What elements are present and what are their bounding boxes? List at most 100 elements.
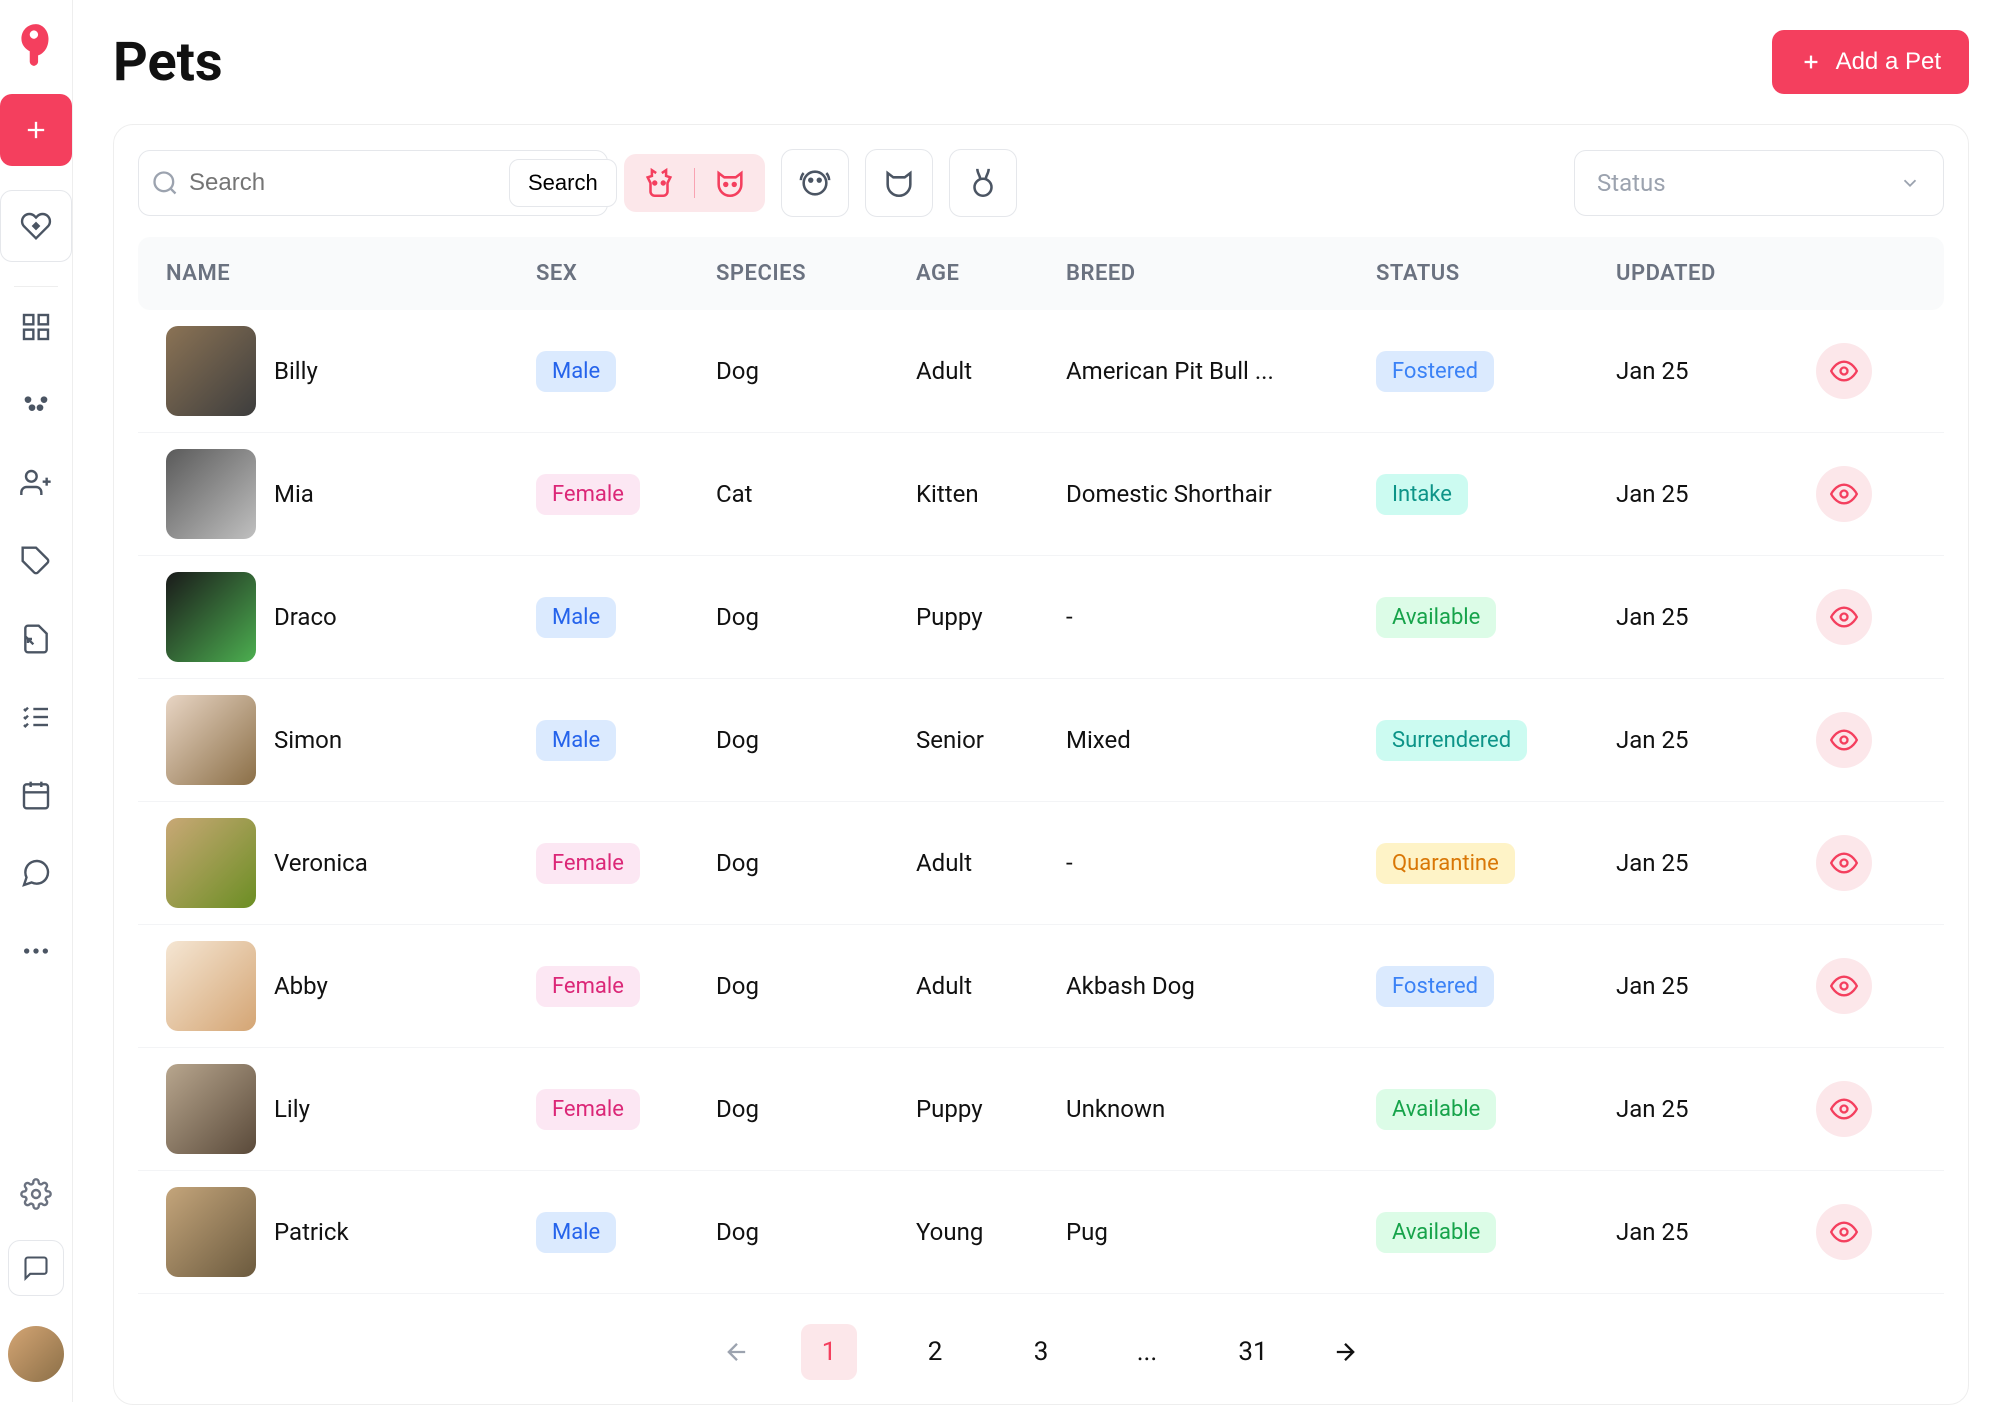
species-cell: Dog: [716, 972, 916, 1000]
col-species: SPECIES: [716, 261, 916, 286]
tasks-icon[interactable]: [20, 701, 52, 733]
status-cell: Available: [1376, 1212, 1616, 1253]
status-cell: Fostered: [1376, 966, 1616, 1007]
messages-icon[interactable]: [20, 857, 52, 889]
pet-name: Billy: [274, 357, 318, 385]
pet-image: [166, 941, 256, 1031]
page-ellipsis: ...: [1119, 1324, 1175, 1380]
view-button[interactable]: [1816, 1204, 1872, 1260]
view-button[interactable]: [1816, 835, 1872, 891]
logo-icon: [11, 20, 61, 70]
page-number[interactable]: 1: [801, 1324, 857, 1380]
next-page-button[interactable]: [1331, 1338, 1359, 1366]
table-row[interactable]: Lily Female Dog Puppy Unknown Available …: [138, 1048, 1944, 1171]
species-filter-other1[interactable]: [781, 149, 849, 217]
table-row[interactable]: Veronica Female Dog Adult - Quarantine J…: [138, 802, 1944, 925]
sex-badge: Female: [536, 474, 640, 515]
intake-icon[interactable]: [20, 623, 52, 655]
pets-card: Search Status NAME S: [113, 124, 1969, 1405]
page-number[interactable]: 31: [1225, 1324, 1281, 1380]
table-row[interactable]: Billy Male Dog Adult American Pit Bull .…: [138, 310, 1944, 433]
sidebar-add-button[interactable]: [0, 94, 72, 166]
pet-name: Abby: [274, 972, 328, 1000]
eye-icon: [1830, 603, 1858, 631]
dog-filter-icon[interactable]: [642, 166, 676, 200]
pet-name: Draco: [274, 603, 337, 631]
species-filter-other3[interactable]: [949, 149, 1017, 217]
pets-icon[interactable]: [20, 389, 52, 421]
species-cell: Dog: [716, 849, 916, 877]
table-row[interactable]: Abby Female Dog Adult Akbash Dog Fostere…: [138, 925, 1944, 1048]
breed-cell: -: [1066, 849, 1376, 877]
sex-badge: Male: [536, 720, 616, 761]
species-cell: Cat: [716, 480, 916, 508]
col-name: NAME: [166, 261, 536, 286]
status-cell: Quarantine: [1376, 843, 1616, 884]
table-row[interactable]: Draco Male Dog Puppy - Available Jan 25: [138, 556, 1944, 679]
species-filter-other2[interactable]: [865, 149, 933, 217]
filter-divider: [694, 168, 695, 198]
tag-icon[interactable]: [20, 545, 52, 577]
user-avatar[interactable]: [8, 1326, 64, 1382]
search-input[interactable]: [189, 169, 499, 197]
status-badge: Available: [1376, 597, 1496, 638]
status-cell: Available: [1376, 1089, 1616, 1130]
settings-icon[interactable]: [20, 1178, 52, 1210]
status-filter-label: Status: [1597, 169, 1666, 197]
eye-icon: [1830, 849, 1858, 877]
page-number[interactable]: 2: [907, 1324, 963, 1380]
view-button[interactable]: [1816, 589, 1872, 645]
name-cell: Billy: [166, 326, 536, 416]
rabbit-icon: [966, 166, 1000, 200]
table-row[interactable]: Patrick Male Dog Young Pug Available Jan…: [138, 1171, 1944, 1294]
updated-cell: Jan 25: [1616, 480, 1816, 508]
actions-cell: [1816, 958, 1916, 1014]
add-pet-label: Add a Pet: [1836, 48, 1941, 76]
eye-icon: [1830, 480, 1858, 508]
prev-page-button[interactable]: [723, 1338, 751, 1366]
sidebar-favorites-button[interactable]: [0, 190, 72, 262]
age-cell: Adult: [916, 849, 1066, 877]
status-badge: Quarantine: [1376, 843, 1515, 884]
calendar-icon[interactable]: [20, 779, 52, 811]
eye-icon: [1830, 357, 1858, 385]
status-badge: Available: [1376, 1089, 1496, 1130]
table-row[interactable]: Simon Male Dog Senior Mixed Surrendered …: [138, 679, 1944, 802]
breed-cell: Akbash Dog: [1066, 972, 1376, 1000]
people-icon[interactable]: [20, 467, 52, 499]
view-button[interactable]: [1816, 958, 1872, 1014]
cat-filter-icon[interactable]: [713, 166, 747, 200]
help-chat-button[interactable]: [8, 1240, 64, 1296]
sex-cell: Male: [536, 351, 716, 392]
col-updated: UPDATED: [1616, 261, 1816, 286]
view-button[interactable]: [1816, 712, 1872, 768]
pet-image: [166, 1064, 256, 1154]
status-filter-dropdown[interactable]: Status: [1574, 150, 1944, 216]
animal-icon: [798, 166, 832, 200]
name-cell: Mia: [166, 449, 536, 539]
eye-icon: [1830, 1095, 1858, 1123]
page-number[interactable]: 3: [1013, 1324, 1069, 1380]
search-submit-button[interactable]: Search: [509, 159, 617, 207]
sex-badge: Female: [536, 1089, 640, 1130]
view-button[interactable]: [1816, 466, 1872, 522]
species-cell: Dog: [716, 603, 916, 631]
actions-cell: [1816, 589, 1916, 645]
dashboard-icon[interactable]: [20, 311, 52, 343]
view-button[interactable]: [1816, 343, 1872, 399]
add-pet-button[interactable]: Add a Pet: [1772, 30, 1969, 94]
eye-icon: [1830, 972, 1858, 1000]
view-button[interactable]: [1816, 1081, 1872, 1137]
status-badge: Surrendered: [1376, 720, 1527, 761]
more-icon[interactable]: [20, 935, 52, 967]
pet-image: [166, 449, 256, 539]
sex-cell: Male: [536, 1212, 716, 1253]
eye-icon: [1830, 1218, 1858, 1246]
table-header: NAME SEX SPECIES AGE BREED STATUS UPDATE…: [138, 237, 1944, 310]
sex-cell: Female: [536, 843, 716, 884]
age-cell: Kitten: [916, 480, 1066, 508]
species-cell: Dog: [716, 357, 916, 385]
table-row[interactable]: Mia Female Cat Kitten Domestic Shorthair…: [138, 433, 1944, 556]
pet-image: [166, 326, 256, 416]
updated-cell: Jan 25: [1616, 603, 1816, 631]
